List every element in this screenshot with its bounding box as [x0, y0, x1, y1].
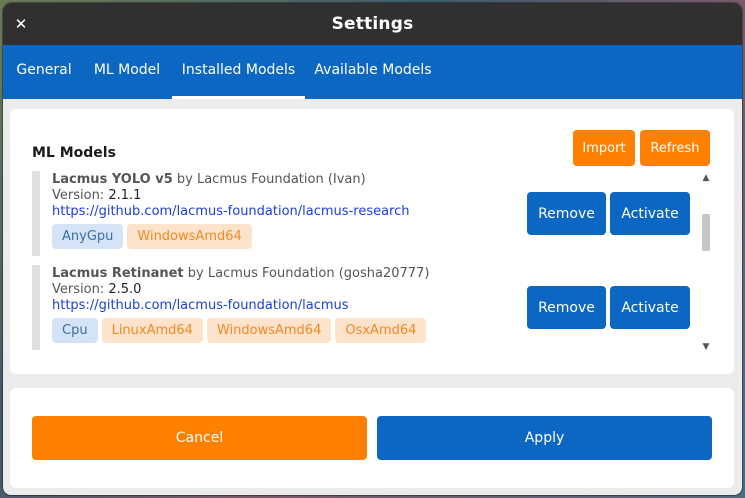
- tag-badge: WindowsAmd64: [127, 224, 252, 249]
- model-url-link[interactable]: https://github.com/lacmus-foundation/lac…: [52, 298, 349, 313]
- tab-ml-model[interactable]: ML Model: [86, 45, 168, 99]
- tag-badge: Cpu: [52, 318, 98, 343]
- tag-badge: OsxAmd64: [335, 318, 427, 343]
- arrow-down-icon[interactable]: ▼: [699, 340, 713, 354]
- remove-button[interactable]: Remove: [527, 286, 606, 329]
- tag-badge: LinuxAmd64: [101, 318, 203, 343]
- tag-badge: WindowsAmd64: [206, 318, 332, 343]
- model-name: Lacmus Retinanet: [52, 266, 184, 281]
- title-bar: ✕ Settings: [3, 3, 742, 45]
- scroll-thumb[interactable]: [702, 214, 710, 251]
- tab-installed-models[interactable]: Installed Models: [172, 45, 305, 99]
- list-item: Lacmus Retinanet by Lacmus Foundation (g…: [32, 265, 695, 350]
- settings-window: ✕ Settings General ML Model Installed Mo…: [3, 3, 742, 495]
- tab-general[interactable]: General: [6, 45, 82, 99]
- apply-button[interactable]: Apply: [377, 416, 712, 460]
- model-name-line: Lacmus Retinanet by Lacmus Foundation (g…: [52, 266, 429, 281]
- tab-bar: General ML Model Installed Models Availa…: [3, 45, 742, 99]
- model-version: 2.1.1: [108, 188, 142, 203]
- model-author: by Lacmus Foundation (Ivan): [176, 172, 366, 187]
- model-version: 2.5.0: [108, 282, 142, 297]
- list-item: Lacmus YOLO v5 by Lacmus Foundation (Iva…: [32, 171, 695, 256]
- model-version-line: Version: 2.1.1: [52, 188, 141, 203]
- cancel-button[interactable]: Cancel: [32, 416, 367, 460]
- activate-button[interactable]: Activate: [610, 286, 690, 329]
- model-version-line: Version: 2.5.0: [52, 282, 141, 297]
- arrow-up-icon[interactable]: ▲: [699, 171, 713, 185]
- model-name: Lacmus YOLO v5: [52, 172, 173, 187]
- panel-title: ML Models: [32, 145, 116, 161]
- activate-button[interactable]: Activate: [610, 192, 690, 235]
- remove-button[interactable]: Remove: [527, 192, 606, 235]
- model-author: by Lacmus Foundation (gosha20777): [187, 266, 430, 281]
- model-list[interactable]: Lacmus YOLO v5 by Lacmus Foundation (Iva…: [32, 171, 695, 354]
- refresh-button[interactable]: Refresh: [640, 130, 710, 166]
- ml-models-panel: ML Models Import Refresh Lacmus YOLO v5 …: [10, 109, 734, 374]
- model-tags: AnyGpu WindowsAmd64: [52, 224, 256, 249]
- model-tags: Cpu LinuxAmd64 WindowsAmd64 OsxAmd64: [52, 318, 430, 343]
- import-button[interactable]: Import: [573, 130, 635, 166]
- list-scrollbar[interactable]: ▲ ▼: [699, 171, 713, 354]
- actions-panel: Cancel Apply: [10, 388, 734, 488]
- model-url-link[interactable]: https://github.com/lacmus-foundation/lac…: [52, 204, 410, 219]
- version-label: Version:: [52, 282, 105, 297]
- tag-badge: AnyGpu: [52, 224, 124, 249]
- version-label: Version:: [52, 188, 105, 203]
- window-title: Settings: [331, 14, 414, 34]
- model-name-line: Lacmus YOLO v5 by Lacmus Foundation (Iva…: [52, 172, 366, 187]
- tab-available-models[interactable]: Available Models: [309, 45, 437, 99]
